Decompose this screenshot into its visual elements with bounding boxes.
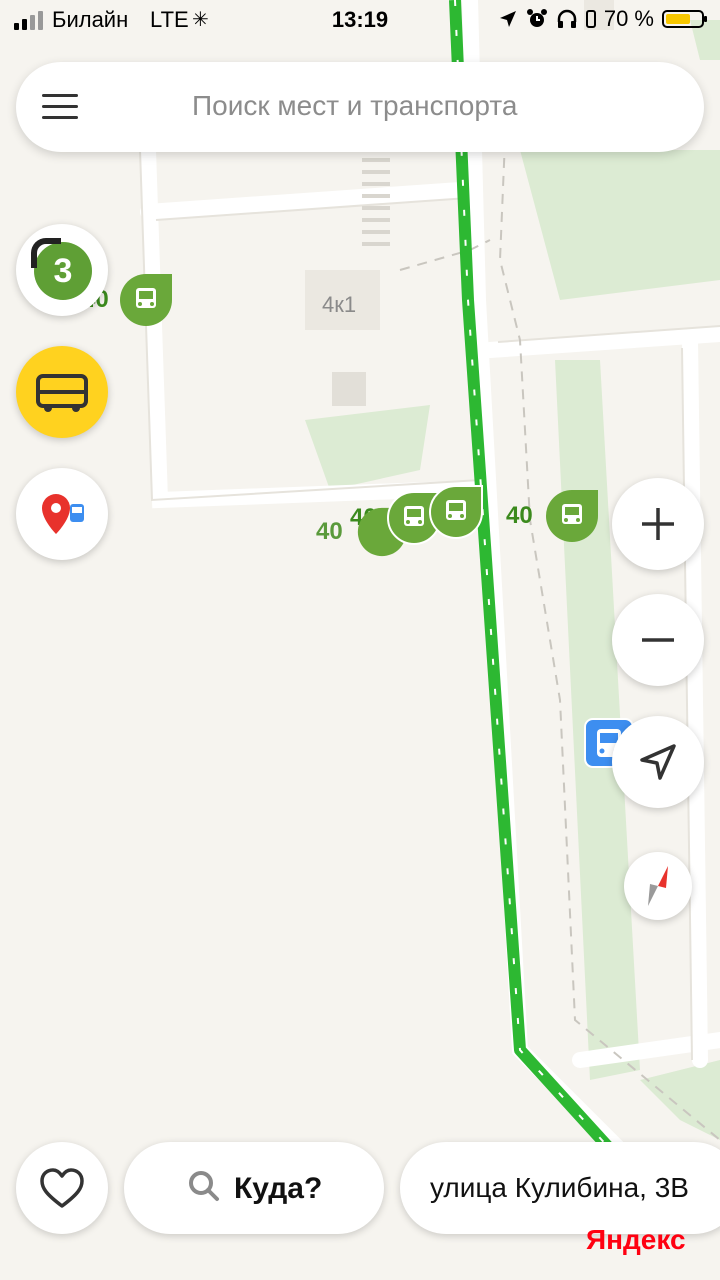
compass-button[interactable]	[624, 852, 692, 920]
plus-icon	[642, 508, 674, 540]
route-label[interactable]: 40	[316, 518, 343, 546]
portrait-lock-icon	[585, 10, 596, 28]
compass-icon	[648, 866, 668, 906]
search-icon	[189, 1171, 219, 1201]
current-address-label: улица Кулибина, 3В	[430, 1172, 689, 1203]
bus-icon	[36, 374, 88, 412]
bus-stop-icon[interactable]	[544, 488, 600, 544]
minus-icon	[642, 638, 674, 642]
pin-bus-icon	[42, 494, 84, 534]
layers-button[interactable]: 3	[16, 224, 108, 316]
search-input[interactable]: Поиск мест и транспорта	[192, 90, 517, 122]
status-bar: Билайн LTE ✳ 13:19 70 %	[0, 0, 720, 40]
battery-percent: 70 %	[603, 6, 654, 31]
navigation-arrow-icon	[640, 744, 676, 780]
bus-stop-icon[interactable]	[118, 272, 174, 328]
favorites-button[interactable]	[16, 1142, 108, 1234]
my-location-button[interactable]	[612, 716, 704, 808]
menu-icon[interactable]	[42, 92, 78, 120]
zoom-out-button[interactable]	[612, 594, 704, 686]
battery-icon	[662, 10, 707, 28]
layers-badge: 3	[31, 238, 92, 300]
route-label[interactable]: 40	[506, 502, 533, 530]
route-to-label: Куда?	[234, 1172, 323, 1205]
transport-stops-button[interactable]	[16, 468, 108, 560]
yandex-logo: Яндекс	[586, 1224, 686, 1258]
building-label: 4к1	[322, 292, 357, 317]
zoom-in-button[interactable]	[612, 478, 704, 570]
alarm-icon	[526, 9, 547, 27]
bus-stop-icon[interactable]	[428, 484, 484, 540]
brand-label: Яндекс	[586, 1224, 686, 1255]
current-address-button[interactable]: улица Кулибина, 3В	[400, 1142, 720, 1234]
location-arrow-icon	[499, 11, 516, 27]
route-to-button[interactable]: Куда?	[124, 1142, 384, 1234]
search-bar[interactable]: Поиск мест и транспорта	[16, 62, 704, 152]
headphones-icon	[557, 9, 577, 28]
heart-icon	[40, 1168, 84, 1208]
transport-button[interactable]	[16, 346, 108, 438]
